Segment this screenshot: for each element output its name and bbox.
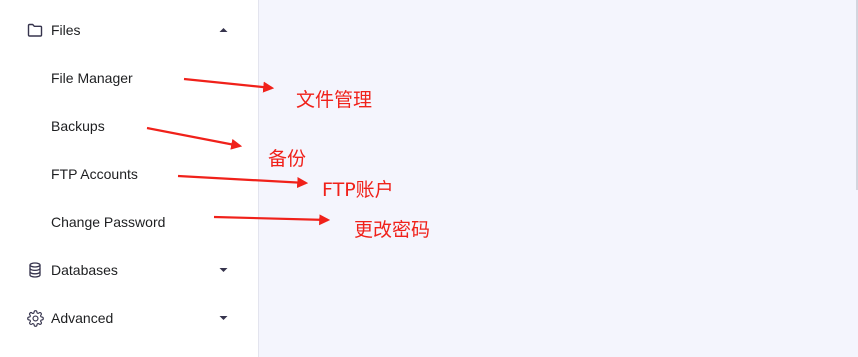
sidebar-item-file-manager[interactable]: File Manager (0, 56, 258, 100)
sidebar-item-ftp-accounts-label: FTP Accounts (51, 166, 138, 182)
sidebar-item-files-label: Files (51, 22, 81, 38)
annotation-change-password: 更改密码 (354, 219, 431, 241)
folder-icon (26, 21, 44, 39)
chevron-down-icon[interactable] (218, 265, 228, 275)
sidebar-item-databases-label: Databases (51, 262, 118, 278)
gear-icon (26, 309, 44, 327)
sidebar-item-backups-label: Backups (51, 118, 105, 134)
sidebar-item-advanced[interactable]: Advanced (0, 296, 258, 340)
sidebar-item-change-password[interactable]: Change Password (0, 200, 258, 244)
database-icon (26, 261, 44, 279)
annotation-file-manager: 文件管理 (296, 89, 373, 111)
sidebar-item-backups[interactable]: Backups (0, 104, 258, 148)
sidebar-item-file-manager-label: File Manager (51, 70, 133, 86)
chevron-down-icon[interactable] (218, 313, 228, 323)
sidebar-item-advanced-label: Advanced (51, 310, 114, 326)
sidebar-item-change-password-label: Change Password (51, 214, 166, 230)
chevron-up-icon[interactable] (218, 25, 228, 35)
sidebar-item-databases[interactable]: Databases (0, 248, 258, 292)
annotation-backups: 备份 (268, 148, 307, 170)
sidebar-item-files[interactable]: Files (0, 8, 258, 52)
sidebar-item-ftp-accounts[interactable]: FTP Accounts (0, 152, 258, 196)
annotation-ftp-accounts: FTP账户 (322, 179, 394, 201)
sidebar: Files File Manager Backups FTP Accounts … (0, 0, 259, 357)
